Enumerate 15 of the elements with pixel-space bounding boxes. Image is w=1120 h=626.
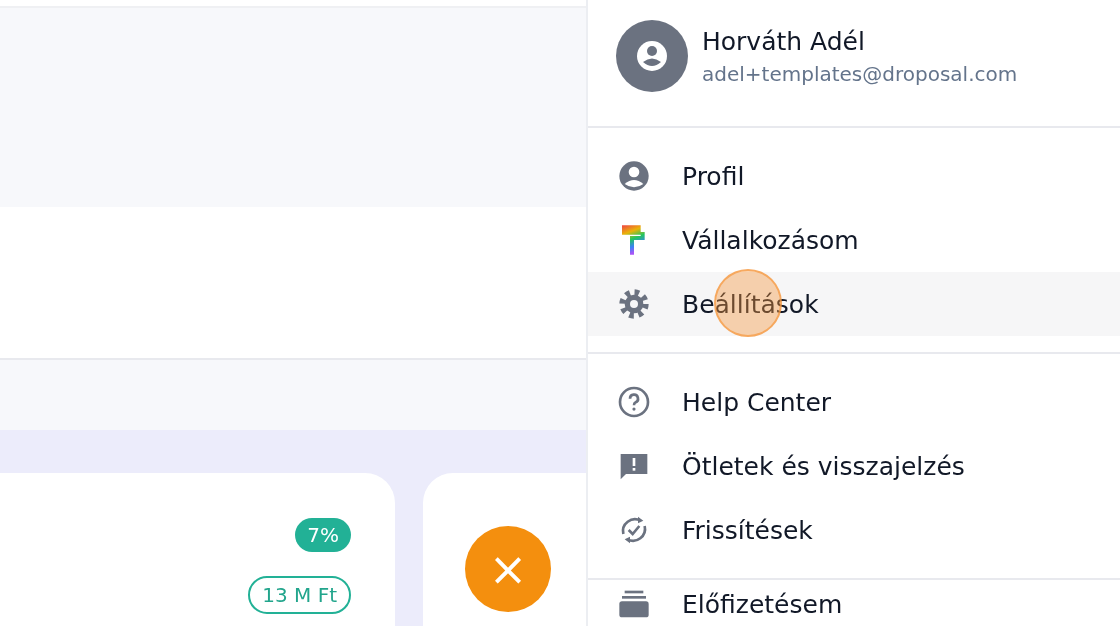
- menu-item[interactable]: Profil: [588, 144, 1120, 208]
- menu-item[interactable]: Előfizetésem: [588, 584, 1120, 624]
- menu-item[interactable]: Frissítések: [588, 498, 1120, 562]
- user-email: adel+templates@droposal.com: [702, 61, 1018, 86]
- stat-badge: 13 M Ft: [248, 576, 351, 614]
- settings-icon: [618, 288, 650, 320]
- stat-badge: 7%: [295, 518, 351, 552]
- stack-icon: [618, 588, 650, 620]
- menu-item[interactable]: Vállalkozásom: [588, 208, 1120, 272]
- menu-item[interactable]: Ötletek és visszajelzés: [588, 434, 1120, 498]
- person-icon: [618, 160, 650, 192]
- menu-item[interactable]: Help Center: [588, 370, 1120, 434]
- user-name: Horváth Adél: [702, 26, 866, 56]
- avatar-icon: [616, 20, 688, 92]
- help-icon: [618, 386, 650, 418]
